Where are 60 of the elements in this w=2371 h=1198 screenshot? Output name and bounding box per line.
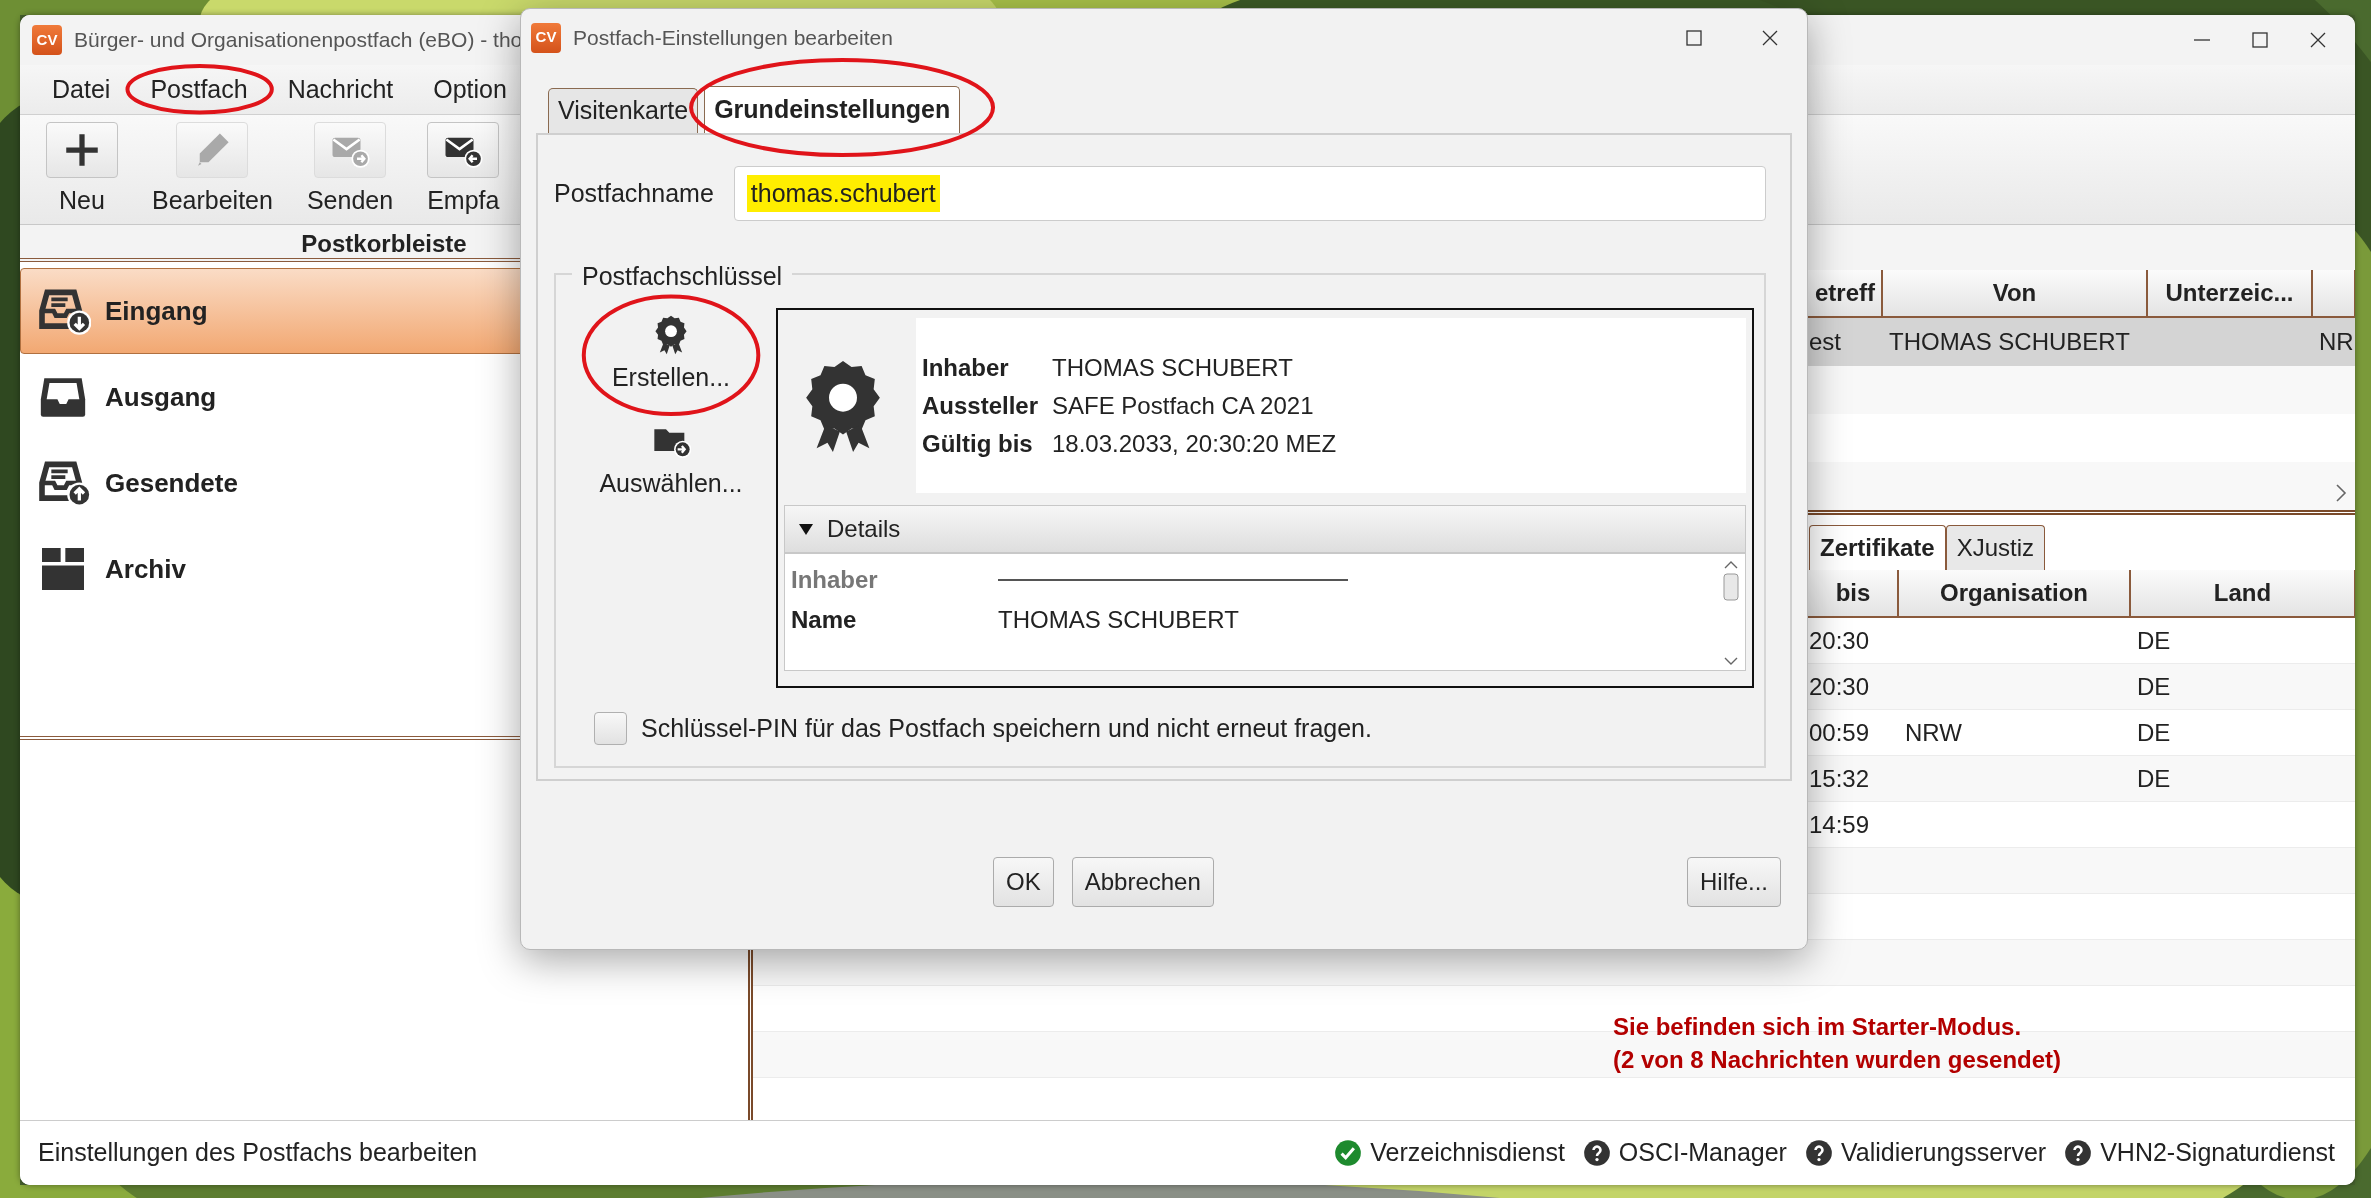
status-text: Einstellungen des Postfachs bearbeiten bbox=[38, 1137, 478, 1169]
expander-header[interactable]: Details bbox=[784, 505, 1746, 553]
field-value: SAFE Postfach CA 2021 bbox=[1052, 390, 1315, 421]
table-cell-text: DE bbox=[2136, 763, 2172, 794]
dialog-button[interactable]: Hilfe... bbox=[1687, 857, 1781, 907]
field-label: Inhaber bbox=[922, 352, 1010, 383]
minimize-icon bbox=[2194, 39, 2210, 41]
action-button[interactable]: Auswählen... bbox=[591, 414, 751, 508]
table-cell-text: DE bbox=[2136, 671, 2172, 702]
service-status: VHN2-Signaturdienst bbox=[2100, 1137, 2335, 1169]
maximize-icon bbox=[2252, 32, 2268, 48]
field-value: THOMAS SCHUBERT bbox=[998, 605, 1239, 635]
close-icon bbox=[2310, 32, 2326, 48]
checkbox[interactable] bbox=[594, 712, 627, 746]
dialog-button[interactable]: Abbrechen bbox=[1071, 857, 1214, 907]
table-cell-text: 00:59 bbox=[1809, 717, 1871, 748]
input-field[interactable]: thomas.schubert bbox=[733, 166, 1766, 221]
table-cell-text: NR bbox=[2318, 327, 2355, 357]
section-label: Inhaber bbox=[791, 565, 879, 595]
notice-text: (2 von 8 Nachrichten wurden gesendet) bbox=[1613, 1045, 2062, 1075]
app-logo: CV bbox=[531, 22, 561, 53]
app-logo: CV bbox=[32, 25, 62, 55]
maximize-icon bbox=[1686, 29, 1702, 46]
table-cell-text: THOMAS SCHUBERT bbox=[1888, 327, 2131, 357]
table-cell-text: 14:59 bbox=[1809, 809, 1871, 840]
close-icon bbox=[1762, 29, 1778, 46]
scroll-right-icon bbox=[2333, 482, 2349, 504]
menu-item[interactable]: Datei bbox=[32, 70, 131, 109]
table-cell-text: 20:30 bbox=[1809, 671, 1871, 702]
column-header[interactable]: Unterzeic... bbox=[2148, 270, 2313, 316]
notice-text: Sie befinden sich im Starter-Modus. bbox=[1613, 1012, 2023, 1042]
column-header[interactable]: Land bbox=[2131, 570, 2355, 616]
table-cell-text: NRW bbox=[1904, 717, 1963, 748]
service-status: Verzeichnisdienst bbox=[1370, 1137, 1565, 1169]
field-label: Name bbox=[791, 605, 858, 635]
dialog-button[interactable]: OK bbox=[993, 857, 1054, 907]
tab[interactable]: Visitenkarte bbox=[548, 88, 699, 133]
dialog-title: Postfach-Einstellungen bearbeiten bbox=[573, 24, 893, 51]
sidebar-item[interactable]: Archiv bbox=[20, 526, 748, 612]
column-header[interactable]: Von bbox=[1883, 270, 2148, 316]
table-cell-text: est bbox=[1809, 327, 1842, 357]
service-status: Validierungsserver bbox=[1840, 1137, 2047, 1169]
table-cell-text: 20:30 bbox=[1809, 625, 1871, 656]
field-value: THOMAS SCHUBERT bbox=[1052, 352, 1294, 383]
field-label: Gültig bis bbox=[922, 428, 1034, 459]
tab[interactable]: Grundeinstellungen bbox=[704, 86, 961, 133]
table-cell-text: DE bbox=[2136, 717, 2172, 748]
table-cell-text: 15:32 bbox=[1809, 763, 1871, 794]
toolbar-button[interactable]: Neu bbox=[32, 115, 132, 224]
tab[interactable]: XJustiz bbox=[1945, 525, 2046, 570]
checkbox-label: Schlüssel-PIN für das Postfach speichern und nicht erneut fragen. bbox=[641, 713, 1372, 744]
tab[interactable]: Zertifikate bbox=[1809, 525, 1946, 570]
table-cell-text: DE bbox=[2136, 625, 2172, 656]
field-label: Aussteller bbox=[922, 390, 1040, 421]
field-value: 18.03.2033, 20:30:20 MEZ bbox=[1052, 428, 1338, 459]
field-label: Postfachname bbox=[554, 177, 714, 209]
menu-item[interactable]: Nachricht bbox=[267, 70, 414, 109]
column-header[interactable]: Organisation bbox=[1899, 570, 2131, 616]
toolbar-button[interactable]: Empfa bbox=[413, 115, 514, 224]
service-status: OSCI-Manager bbox=[1618, 1137, 1787, 1169]
